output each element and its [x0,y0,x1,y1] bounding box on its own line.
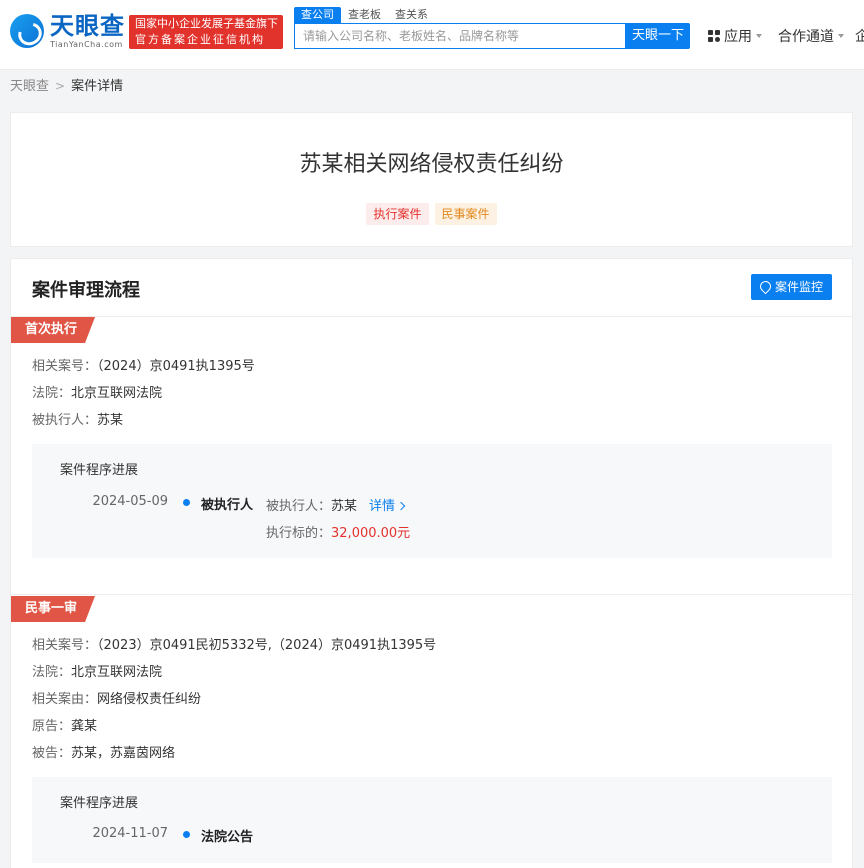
info-court: 法院：北京互联网法院 [32,382,162,401]
nav-enterprise[interactable]: 企 [855,26,864,46]
info-value: 网络侵权责任纠纷 [97,692,202,707]
apps-grid-icon [708,30,720,42]
info-key: 相关案号： [32,359,98,374]
info-key: 相关案由： [32,692,98,707]
progress-event: 被执行人 [201,498,254,513]
info-key: 被告： [32,746,72,761]
breadcrumb-current: 案件详情 [71,79,124,94]
search-tabs: 查公司 查老板 查关系 [294,7,435,23]
info-value: 苏某 [97,413,124,428]
tab-boss[interactable]: 查老板 [341,7,388,23]
progress-detail-amount: 执行标的：32,000.00元 [266,522,410,541]
divider [11,316,852,317]
info-value: （2024）京0491执1395号 [97,359,255,374]
info-case-number: 相关案号：（2024）京0491执1395号 [32,355,255,374]
progress-date: 2024-11-07 [92,826,168,841]
info-key: 原告： [32,719,72,734]
case-monitor-button[interactable]: 案件监控 [751,274,832,300]
chevron-down-icon [838,34,844,38]
info-value: （2023）京0491民初5332号,（2024）京0491执1395号 [97,638,437,653]
logo-icon [10,14,44,48]
case-process-card: 案件审理流程 案件监控 首次执行 相关案号：（2024）京0491执1395号 … [10,258,853,868]
info-key: 相关案号： [32,638,98,653]
tab-relation[interactable]: 查关系 [388,7,435,23]
search-button[interactable]: 天眼一下 [626,23,690,49]
progress-title: 案件程序进展 [60,796,139,811]
info-value: 龚某 [71,719,98,734]
badge-line-2: 官方备案企业征信机构 [135,33,265,46]
info-plaintiff: 原告：龚某 [32,715,97,734]
detail-key: 执行标的： [266,526,332,541]
info-key: 法院： [32,386,72,401]
top-header: 天眼查 TianYanCha.com 国家中小企业发展子基金旗下 官方备案企业征… [0,0,864,70]
nav-partner[interactable]: 合作通道 [778,26,844,46]
section-label-civil-first-instance: 民事一审 [11,596,95,622]
info-key: 法院： [32,665,72,680]
info-value: 北京互联网法院 [71,665,163,680]
tag-civil: 民事案件 [434,203,497,225]
search-box [294,23,626,49]
info-key: 被执行人： [32,413,98,428]
info-defendant: 被告：苏某，苏嘉茵网络 [32,742,175,761]
timeline-dot [183,499,190,506]
info-value: 苏某，苏嘉茵网络 [71,746,176,761]
progress-date: 2024-05-09 [92,494,168,509]
progress-box: 案件程序进展 2024-11-07 法院公告 [32,777,832,863]
section-label-first-execution: 首次执行 [11,317,95,343]
monitor-label: 案件监控 [774,280,823,294]
info-executed-person: 被执行人：苏某 [32,409,123,428]
detail-key: 被执行人： [266,499,332,514]
logo[interactable]: 天眼查 TianYanCha.com [10,12,125,52]
nav-apps[interactable]: 应用 [708,26,762,46]
tab-company[interactable]: 查公司 [294,7,341,23]
nav-apps-label: 应用 [724,29,752,45]
progress-detail-person: 被执行人：苏某 [266,495,357,514]
badge-line-1: 国家中小企业发展子基金旗下 [135,17,278,30]
tag-execution: 执行案件 [366,203,429,225]
progress-box: 案件程序进展 2024-05-09 被执行人 被执行人：苏某 详情 执行标的：3… [32,444,832,558]
chevron-down-icon [756,34,762,38]
location-pin-icon [757,278,774,295]
chevron-right-icon: > [55,79,66,93]
timeline-dot [183,831,190,838]
detail-value: 苏某 [331,499,358,514]
info-case-cause: 相关案由：网络侵权责任纠纷 [32,688,201,707]
detail-link-label: 详情 [369,499,396,514]
detail-link[interactable]: 详情 [369,495,406,514]
info-court: 法院：北京互联网法院 [32,661,162,680]
search-input[interactable] [295,24,625,48]
chevron-right-icon [396,501,406,511]
breadcrumb-home[interactable]: 天眼查 [10,79,49,94]
progress-title: 案件程序进展 [60,463,139,478]
nav-partner-label: 合作通道 [778,29,834,45]
logo-text: 天眼查 [50,12,125,40]
breadcrumb: 天眼查 > 案件详情 [10,78,123,95]
detail-amount-value: 32,000.00元 [331,526,411,541]
progress-event: 法院公告 [201,830,254,845]
divider [11,594,852,595]
case-title-card: 苏某相关网络侵权责任纠纷 执行案件 民事案件 [10,112,853,247]
info-case-number: 相关案号：（2023）京0491民初5332号,（2024）京0491执1395… [32,634,436,653]
process-title: 案件审理流程 [32,280,140,301]
case-tags: 执行案件 民事案件 [11,203,852,225]
case-title: 苏某相关网络侵权责任纠纷 [299,152,564,177]
logo-subtext: TianYanCha.com [50,40,123,49]
official-badge[interactable]: 国家中小企业发展子基金旗下 官方备案企业征信机构 [129,15,283,49]
info-value: 北京互联网法院 [71,386,163,401]
